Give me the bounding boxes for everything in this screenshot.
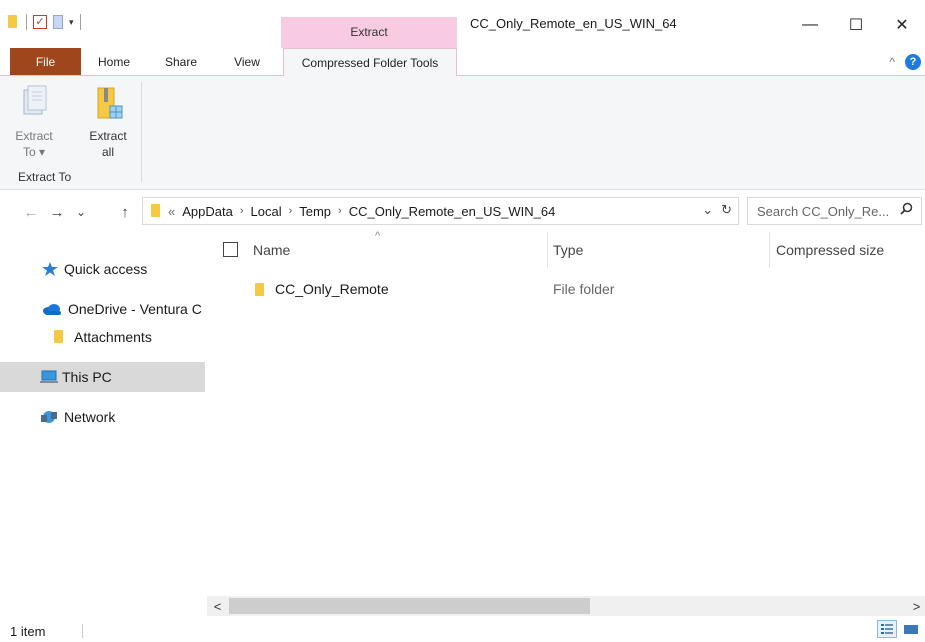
tab-share[interactable]: Share — [158, 48, 204, 76]
status-divider — [82, 624, 83, 638]
nav-item-attachments[interactable]: Attachments — [0, 322, 205, 352]
window-controls: — ☐ ✕ — [787, 10, 925, 40]
nav-item-onedrive[interactable]: OneDrive - Ventura C — [0, 294, 205, 324]
scroll-right-arrow[interactable]: > — [908, 596, 925, 616]
folder-icon — [253, 283, 267, 297]
breadcrumb-current[interactable]: CC_Only_Remote_en_US_WIN_64 — [349, 204, 556, 219]
recent-locations-button[interactable]: ⌄ — [70, 201, 92, 223]
context-tab-header: Extract — [281, 17, 457, 48]
search-icon — [900, 202, 913, 218]
nav-item-network[interactable]: Network — [0, 402, 205, 432]
breadcrumb-chevron-icon[interactable]: › — [240, 205, 244, 217]
breadcrumb-local[interactable]: Local — [251, 204, 282, 219]
extract-to-label-line1: Extract — [15, 129, 53, 143]
column-divider[interactable] — [547, 232, 548, 268]
address-dropdown-icon[interactable]: ⌄ — [702, 202, 713, 218]
ribbon-panel: Extract To ▾ Extract all Extract To — [0, 76, 925, 190]
minimize-button[interactable]: — — [787, 10, 833, 40]
column-label: Type — [553, 242, 584, 258]
table-row[interactable]: CC_Only_Remote File folder — [207, 274, 925, 304]
search-box[interactable]: Search CC_Only_Re... — [747, 197, 922, 225]
close-button[interactable]: ✕ — [879, 10, 925, 40]
tab-view[interactable]: View — [224, 48, 270, 76]
column-header-name[interactable]: Name — [253, 232, 547, 268]
extract-to-icon — [18, 84, 50, 124]
window-title: CC_Only_Remote_en_US_WIN_64 — [470, 16, 677, 31]
column-label: Name — [253, 242, 291, 258]
breadcrumb-temp[interactable]: Temp — [299, 204, 331, 219]
cloud-icon — [42, 302, 62, 316]
nav-item-quick-access[interactable]: Quick access — [0, 254, 205, 284]
zip-folder-icon — [149, 204, 161, 218]
up-button[interactable]: ↑ — [114, 201, 136, 223]
ribbon-right-controls: ^ ? — [889, 54, 921, 70]
file-type: File folder — [553, 281, 615, 297]
ribbon-tabs: File Home Share View Compressed Folder T… — [0, 48, 925, 77]
breadcrumb-chevron-icon[interactable]: › — [338, 205, 342, 217]
tab-home[interactable]: Home — [90, 48, 138, 76]
toolbar-divider — [79, 14, 81, 30]
column-divider[interactable] — [769, 232, 770, 268]
ribbon-group-divider — [141, 82, 142, 182]
address-bar[interactable]: « AppData › Local › Temp › CC_Only_Remot… — [142, 197, 739, 225]
nav-item-label: This PC — [62, 369, 112, 385]
network-icon — [40, 410, 58, 424]
nav-item-this-pc[interactable]: This PC — [0, 362, 205, 392]
nav-item-label: Attachments — [74, 329, 152, 345]
new-folder-icon[interactable] — [53, 15, 63, 29]
zip-folder-icon[interactable] — [6, 15, 20, 29]
quick-access-toolbar: ✓ ▾ — [6, 12, 81, 32]
ribbon-group-label: Extract To — [18, 170, 72, 184]
details-view-button[interactable] — [877, 620, 897, 638]
horizontal-scrollbar[interactable]: < > — [207, 596, 925, 616]
maximize-button[interactable]: ☐ — [833, 10, 879, 40]
nav-item-label: Quick access — [64, 261, 148, 277]
forward-button[interactable]: → — [46, 201, 68, 223]
computer-icon — [40, 370, 58, 384]
column-label: Compressed size — [776, 242, 885, 258]
extract-all-button[interactable]: Extract all — [84, 84, 132, 160]
column-header-type[interactable]: Type — [553, 232, 767, 268]
properties-check-icon[interactable]: ✓ — [33, 15, 47, 29]
star-icon — [42, 262, 58, 276]
large-icons-view-button[interactable] — [901, 620, 921, 638]
tab-compressed-folder-tools[interactable]: Compressed Folder Tools — [283, 48, 457, 77]
extract-all-label-line1: Extract — [89, 129, 127, 143]
refresh-icon[interactable]: ↻ — [721, 202, 732, 218]
scroll-left-arrow[interactable]: < — [209, 596, 226, 616]
column-header-compressed-size[interactable]: Compressed size — [776, 232, 925, 268]
sort-ascending-icon: ^ — [375, 230, 381, 242]
select-all-checkbox[interactable] — [223, 242, 238, 257]
address-bar-actions: ⌄ ↻ — [702, 202, 732, 218]
nav-item-label: Network — [64, 409, 116, 425]
breadcrumb-appdata[interactable]: AppData — [182, 204, 233, 219]
status-bar: 1 item — [0, 618, 925, 642]
file-list: Name ^ Type Compressed size CC_Only_Remo… — [207, 230, 925, 594]
help-icon[interactable]: ? — [905, 54, 921, 70]
extract-to-label-line2: To ▾ — [22, 145, 46, 159]
search-input[interactable]: Search CC_Only_Re... — [757, 204, 889, 219]
view-toggle — [877, 620, 921, 638]
extract-to-button[interactable]: Extract To ▾ — [10, 84, 58, 160]
back-button[interactable]: ← — [20, 201, 42, 223]
file-name: CC_Only_Remote — [275, 281, 389, 297]
customize-toolbar-dropdown[interactable]: ▾ — [69, 17, 74, 28]
breadcrumb-chevron-icon[interactable]: › — [289, 205, 293, 217]
item-count: 1 item — [10, 624, 46, 639]
extract-all-label-line2: all — [101, 145, 114, 159]
nav-item-label: OneDrive - Ventura C — [68, 301, 202, 317]
tab-file[interactable]: File — [10, 48, 81, 75]
scroll-thumb[interactable] — [229, 598, 590, 614]
collapse-ribbon-icon[interactable]: ^ — [889, 55, 895, 69]
address-overflow[interactable]: « — [168, 204, 175, 219]
title-bar: ✓ ▾ Extract CC_Only_Remote_en_US_WIN_64 … — [0, 0, 925, 48]
folder-icon — [52, 330, 66, 344]
navigation-pane: Quick access OneDrive - Ventura C Attach… — [0, 232, 207, 618]
navigation-row: ← → ⌄ ↑ « AppData › Local › Temp › CC_On… — [0, 197, 925, 227]
extract-all-icon — [92, 84, 124, 124]
toolbar-divider — [26, 14, 27, 30]
